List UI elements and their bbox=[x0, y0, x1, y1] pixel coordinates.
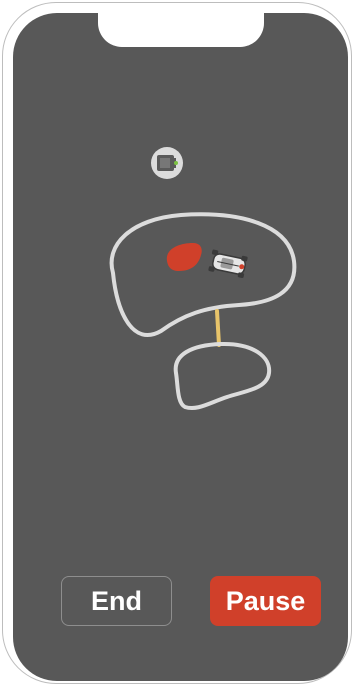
device-notch bbox=[98, 13, 264, 47]
phone-frame: End Pause bbox=[2, 2, 352, 684]
mowed-area bbox=[166, 243, 202, 271]
robot-mower-icon[interactable] bbox=[208, 249, 248, 279]
app-screen: End Pause bbox=[13, 13, 348, 681]
mowing-zone-1[interactable] bbox=[109, 212, 297, 338]
pause-button[interactable]: Pause bbox=[210, 576, 321, 626]
end-button[interactable]: End bbox=[61, 576, 172, 626]
zone-connector-path bbox=[215, 309, 221, 347]
mowing-zone-2[interactable] bbox=[173, 341, 272, 410]
charging-station-icon[interactable] bbox=[151, 147, 183, 179]
